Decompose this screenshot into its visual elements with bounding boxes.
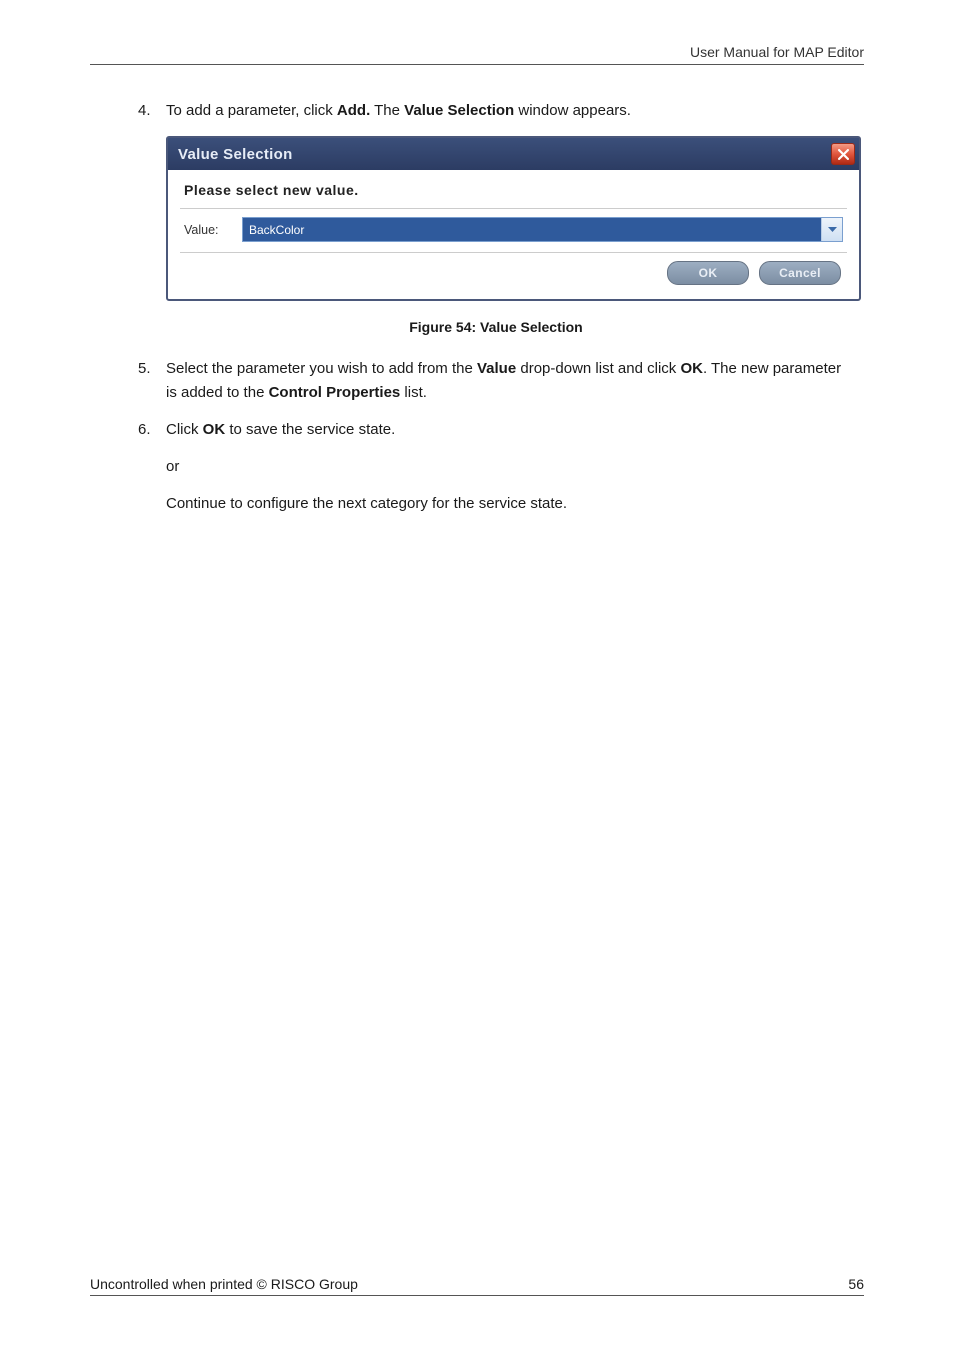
value-dropdown-selected: BackColor bbox=[243, 218, 821, 241]
or-text: or bbox=[166, 455, 854, 478]
step-5: 5. Select the parameter you wish to add … bbox=[138, 357, 854, 404]
step-text: To add a parameter, click Add. The Value… bbox=[166, 99, 854, 122]
dialog-title: Value Selection bbox=[178, 146, 293, 163]
cancel-button[interactable]: Cancel bbox=[759, 261, 841, 285]
step-text: Click OK to save the service state. or C… bbox=[166, 418, 854, 516]
header-text: User Manual for MAP Editor bbox=[90, 44, 864, 60]
value-selection-dialog-figure: Value Selection Please select new value.… bbox=[166, 136, 854, 301]
step-text: Select the parameter you wish to add fro… bbox=[166, 357, 854, 404]
page-footer: Uncontrolled when printed © RISCO Group … bbox=[90, 1276, 864, 1296]
footer-page-number: 56 bbox=[848, 1276, 864, 1292]
continue-text: Continue to configure the next category … bbox=[166, 492, 854, 515]
value-row: Value: BackColor bbox=[180, 208, 847, 253]
page-header: User Manual for MAP Editor bbox=[90, 44, 864, 65]
value-selection-dialog: Value Selection Please select new value.… bbox=[166, 136, 861, 301]
close-icon[interactable] bbox=[831, 143, 855, 165]
dialog-heading: Please select new value. bbox=[180, 178, 847, 208]
chevron-down-icon[interactable] bbox=[821, 218, 842, 241]
step-number: 6. bbox=[138, 418, 166, 516]
step-number: 4. bbox=[138, 99, 166, 122]
value-dropdown[interactable]: BackColor bbox=[242, 217, 843, 242]
step-6: 6. Click OK to save the service state. o… bbox=[138, 418, 854, 516]
footer-left: Uncontrolled when printed © RISCO Group bbox=[90, 1276, 358, 1292]
value-label: Value: bbox=[184, 223, 232, 237]
step-4: 4. To add a parameter, click Add. The Va… bbox=[138, 99, 854, 122]
figure-caption: Figure 54: Value Selection bbox=[138, 319, 854, 335]
step-number: 5. bbox=[138, 357, 166, 404]
dialog-titlebar: Value Selection bbox=[168, 138, 859, 170]
dialog-button-row: OK Cancel bbox=[180, 253, 847, 287]
ok-button[interactable]: OK bbox=[667, 261, 749, 285]
